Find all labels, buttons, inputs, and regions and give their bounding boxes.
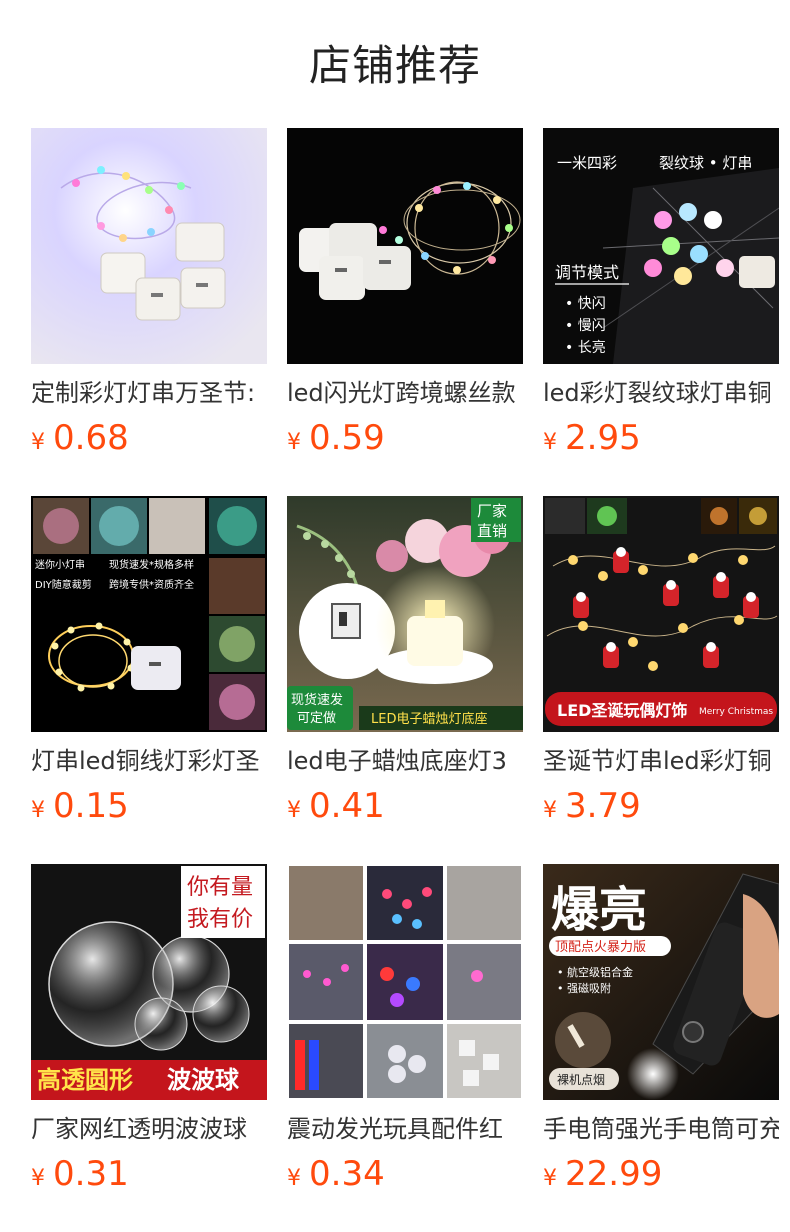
product-card[interactable]: 厂家 直销 现货速发 可定做 LED电子蜡烛灯底座 led电子蜡烛底座灯3 ¥0… (287, 496, 523, 836)
image-caption: 一米四彩 (557, 154, 617, 172)
image-caption: 现货速发*规格多样 (109, 558, 194, 571)
product-image-fairy-lights[interactable] (31, 128, 267, 364)
image-caption: Merry Christmas (699, 707, 773, 717)
product-price: ¥0.68 (31, 416, 129, 460)
image-caption: 顶配点火暴力版 (555, 940, 646, 955)
product-name[interactable]: 厂家网红透明波波球 (31, 1112, 267, 1146)
product-card[interactable]: 震动发光玩具配件红 ¥0.34 (287, 864, 523, 1204)
image-caption: 直销 (477, 522, 507, 540)
image-caption: 裂纹球 • 灯串 (659, 154, 752, 172)
image-caption: 跨境专供*资质齐全 (109, 578, 194, 591)
currency-symbol: ¥ (543, 1166, 557, 1191)
product-price: ¥0.41 (287, 784, 385, 828)
product-card[interactable]: 一米四彩 裂纹球 • 灯串 调节模式 • 快闪 • 慢闪 • 长亮 led彩灯裂… (543, 128, 779, 468)
product-card[interactable]: 定制彩灯灯串万圣节: ¥0.68 (31, 128, 267, 468)
image-caption: 我有价 (187, 907, 253, 932)
product-price: ¥22.99 (543, 1152, 662, 1196)
product-image-clear-bobo-balls[interactable]: 你有量 我有价 高透圆形 波波球 (31, 864, 267, 1100)
price-value: 0.59 (309, 418, 385, 458)
product-image-led-toy-parts[interactable] (287, 864, 523, 1100)
image-caption: DIY随意裁剪 (35, 578, 92, 591)
section-title: 店铺推荐 (308, 41, 481, 90)
product-name[interactable]: led闪光灯跨境螺丝款 (287, 376, 523, 410)
currency-symbol: ¥ (543, 798, 557, 823)
image-caption: 可定做 (297, 711, 336, 726)
price-value: 0.34 (309, 1154, 385, 1194)
product-price: ¥0.31 (31, 1152, 129, 1196)
price-value: 0.15 (53, 786, 129, 826)
product-card[interactable]: 迷你小灯串 现货速发*规格多样 DIY随意裁剪 跨境专供*资质齐全 灯串led铜… (31, 496, 267, 836)
product-card[interactable]: 你有量 我有价 高透圆形 波波球 厂家网红透明波波球 ¥0.31 (31, 864, 267, 1204)
product-price: ¥0.15 (31, 784, 129, 828)
currency-symbol: ¥ (543, 430, 557, 455)
image-caption: • 慢闪 (565, 317, 606, 334)
product-card[interactable]: LED圣诞玩偶灯饰 Merry Christmas 圣诞节灯串led彩灯铜 ¥3… (543, 496, 779, 836)
currency-symbol: ¥ (287, 430, 301, 455)
image-caption: 调节模式 (555, 263, 619, 282)
price-value: 2.95 (565, 418, 641, 458)
image-caption: • 航空级铝合金 (557, 965, 633, 979)
currency-symbol: ¥ (287, 798, 301, 823)
product-name[interactable]: 震动发光玩具配件红 (287, 1112, 523, 1146)
price-value: 0.31 (53, 1154, 129, 1194)
product-name[interactable]: 灯串led铜线灯彩灯圣 (31, 744, 267, 778)
price-value: 3.79 (565, 786, 641, 826)
currency-symbol: ¥ (287, 1166, 301, 1191)
price-value: 22.99 (565, 1154, 663, 1194)
image-caption: 爆亮 (551, 882, 647, 938)
image-caption: 现货速发 (291, 692, 343, 708)
product-name[interactable]: 定制彩灯灯串万圣节: (31, 376, 267, 410)
product-card[interactable]: led闪光灯跨境螺丝款 ¥0.59 (287, 128, 523, 468)
product-price: ¥0.59 (287, 416, 385, 460)
image-caption: 裸机点烟 (557, 1072, 605, 1087)
product-card[interactable]: 爆亮 顶配点火暴力版 • 航空级铝合金 • 强磁吸附 裸机点烟 手电筒强光手电筒… (543, 864, 779, 1204)
product-image-candle-base-light[interactable]: 厂家 直销 现货速发 可定做 LED电子蜡烛灯底座 (287, 496, 523, 732)
product-name[interactable]: 圣诞节灯串led彩灯铜 (543, 744, 779, 778)
currency-symbol: ¥ (31, 798, 45, 823)
product-image-flashlight[interactable]: 爆亮 顶配点火暴力版 • 航空级铝合金 • 强磁吸附 裸机点烟 (543, 864, 779, 1100)
image-caption: 迷你小灯串 (35, 558, 85, 571)
product-name[interactable]: 手电筒强光手电筒可充 (543, 1112, 779, 1146)
image-caption: • 快闪 (565, 296, 606, 312)
product-image-fairy-lights-dark[interactable] (287, 128, 523, 364)
image-caption: 波波球 (167, 1066, 240, 1094)
product-image-crackle-ball-lights[interactable]: 一米四彩 裂纹球 • 灯串 调节模式 • 快闪 • 慢闪 • 长亮 (543, 128, 779, 364)
image-caption: LED圣诞玩偶灯饰 (557, 701, 687, 720)
price-value: 0.68 (53, 418, 129, 458)
product-price: ¥2.95 (543, 416, 641, 460)
product-name[interactable]: led电子蜡烛底座灯3 (287, 744, 523, 778)
image-caption: 你有量 (187, 875, 253, 900)
currency-symbol: ¥ (31, 430, 45, 455)
product-image-santa-lights[interactable]: LED圣诞玩偶灯饰 Merry Christmas (543, 496, 779, 732)
product-image-copper-wire-lights[interactable]: 迷你小灯串 现货速发*规格多样 DIY随意裁剪 跨境专供*资质齐全 (31, 496, 267, 732)
currency-symbol: ¥ (31, 1166, 45, 1191)
product-price: ¥0.34 (287, 1152, 385, 1196)
image-caption: LED电子蜡烛灯底座 (371, 711, 487, 727)
image-caption: 厂家 (477, 502, 507, 520)
product-price: ¥3.79 (543, 784, 641, 828)
image-caption: • 长亮 (565, 339, 606, 356)
image-caption: • 强磁吸附 (557, 981, 611, 995)
image-caption: 高透圆形 (37, 1066, 133, 1094)
product-name[interactable]: led彩灯裂纹球灯串铜 (543, 376, 779, 410)
price-value: 0.41 (309, 786, 385, 826)
